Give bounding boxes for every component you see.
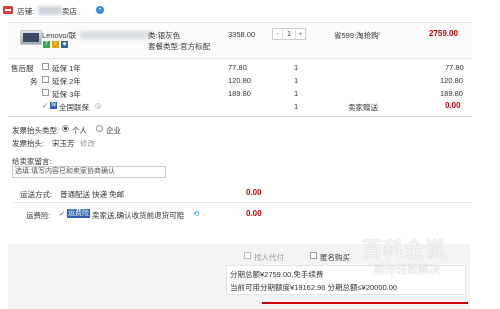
warranty-1y-total: 77.80 [445, 63, 464, 72]
warranty-3y-qty: 1 [294, 89, 299, 98]
tag-icon: ✓ [52, 41, 59, 48]
item-subtotal: 2759.00 [429, 29, 458, 38]
pay-for-other-label: 找人代付 [254, 253, 284, 262]
warranty-1y-label: 延保 1年 [52, 64, 81, 73]
product-title[interactable]: Lenovo/联 [42, 30, 76, 41]
warranty-badge-icon: 保 [50, 102, 57, 109]
invoice-edit-link[interactable]: 修改 [80, 138, 95, 149]
refresh-icon[interactable]: ⟲ [193, 209, 199, 218]
gift-check-icon: ✓ [42, 101, 49, 110]
promo-arrow-icon[interactable]: ▿ [377, 29, 381, 38]
invoice-type-label: 发票抬头类型: [12, 126, 60, 135]
invoice-title-label: 发票抬头: [12, 139, 45, 148]
service-label: 售后服 [11, 64, 34, 73]
qty-plus-button[interactable]: + [296, 30, 305, 40]
divider [8, 58, 472, 59]
divider [8, 22, 472, 23]
anonymous-checkbox[interactable] [310, 252, 317, 259]
watermark-subtitle: 助你轻松解决 [374, 264, 440, 276]
quantity-stepper[interactable]: -1 + [272, 28, 306, 40]
warranty-2y-qty: 1 [294, 76, 299, 85]
divider [8, 116, 472, 117]
order-item: Lenovo/联 7 ✓ ◆ 类:银灰色 套餐类型:官方标配 3358.00 省… [8, 24, 472, 60]
insurance-label: 运费险: [26, 211, 51, 220]
gift-label: 全国联保 [59, 103, 89, 112]
warranty-2y-total: 120.80 [440, 76, 463, 85]
tag-icon: 7 [43, 41, 50, 48]
gift-qty: 1 [294, 102, 299, 111]
warranty-3y-label: 延保 3年 [52, 90, 81, 99]
shipping-method[interactable]: 普通配送 快递 免邮 [60, 189, 124, 200]
product-thumbnail[interactable] [20, 30, 42, 45]
divider [14, 202, 472, 203]
shop-icon [3, 6, 13, 14]
warranty-1y-qty: 1 [294, 63, 299, 72]
gift-note: 卖家赠送 [348, 103, 378, 112]
invoice-title-value: 宋玉芳 [52, 139, 75, 148]
invoice-personal-label: 个人 [72, 126, 87, 135]
warranty-1y-checkbox[interactable] [42, 63, 49, 70]
store-name[interactable]: 卖店 [62, 6, 77, 17]
unit-price: 3358.00 [228, 30, 256, 39]
store-name-redacted [38, 6, 62, 15]
qty-minus-button[interactable]: - [273, 30, 282, 40]
store-label: 店铺: [17, 7, 35, 16]
message-input[interactable]: 选填:填写内容已和卖家协商确认 [12, 166, 166, 178]
warranty-3y-price: 189.80 [228, 89, 251, 98]
watermark-title: 百科全说 [362, 239, 446, 261]
insurance-price: 0.00 [246, 209, 262, 218]
tag-icon: ◆ [61, 41, 68, 48]
anonymous-label: 匿名购买 [320, 253, 350, 262]
insurance-tag: 运费险 [67, 209, 90, 218]
shipping-price: 0.00 [246, 188, 262, 197]
wangwang-chat-icon[interactable]: • [96, 6, 104, 14]
info-icon[interactable]: ◎ [95, 101, 102, 110]
pay-for-other-checkbox[interactable] [244, 252, 251, 259]
warranty-2y-price: 120.80 [228, 76, 251, 85]
warranty-1y-price: 77.80 [228, 63, 247, 72]
invoice-personal-radio[interactable] [62, 125, 69, 132]
service-label-2: 务 [30, 77, 38, 86]
installment-limit: 当前可用分期额度¥19162.96 分期总额≤¥20000.00 [230, 283, 398, 292]
product-attr-package: 套餐类型:官方标配 [148, 42, 211, 51]
after-sales-service: 售后服 务 延保 1年 77.80 1 77.80 延保 2年 120.80 1… [8, 58, 472, 114]
shipping-section: 运送方式: 普通配送 快递 免邮 0.00 运费险: ✓ 运费险 卖家送,确认收… [14, 180, 472, 224]
qty-input[interactable]: 1 [282, 30, 296, 40]
insurance-text: 卖家送,确认收货前退货可赔 [92, 211, 185, 220]
checkout-page: 店铺: 卖店 • Lenovo/联 7 ✓ ◆ 类:银灰色 套餐类型:官方标配 … [0, 0, 500, 309]
installment-total: 分期总额¥2759.00,免手续费 [230, 270, 324, 279]
store-header: 店铺: 卖店 • [0, 0, 500, 20]
shipping-label: 运送方式: [20, 190, 53, 199]
product-title-redacted [80, 31, 150, 39]
warranty-3y-total: 189.80 [440, 89, 463, 98]
invoice-company-label: 企业 [106, 126, 121, 135]
warranty-3y-checkbox[interactable] [42, 89, 49, 96]
promo-text: 省599:淘抢购 [334, 31, 379, 40]
submit-bar [262, 302, 468, 304]
product-attr-color: 类:银灰色 [148, 31, 181, 40]
info-icon[interactable]: ◌ [202, 209, 206, 218]
invoice-company-radio[interactable] [96, 125, 103, 132]
warranty-2y-label: 延保 2年 [52, 77, 81, 86]
warranty-2y-checkbox[interactable] [42, 76, 49, 83]
watermark: 百科全说 助你轻松解决 [360, 233, 472, 281]
insurance-check-icon[interactable]: ✓ [59, 209, 65, 218]
gift-total: 0.00 [445, 101, 461, 110]
